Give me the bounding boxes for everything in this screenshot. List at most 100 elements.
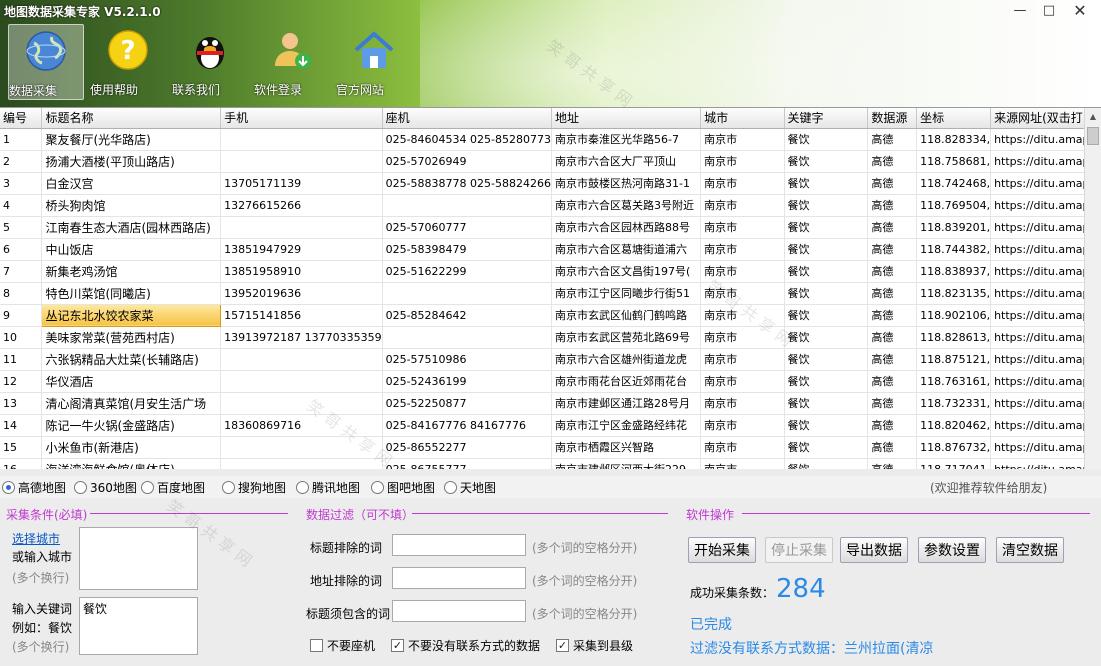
- table-cell[interactable]: [220, 348, 383, 371]
- vertical-scrollbar[interactable]: ▲: [1084, 108, 1101, 469]
- table-cell[interactable]: 025-84604534 025-85280773: [382, 128, 553, 151]
- table-cell[interactable]: 南京市: [700, 348, 785, 371]
- minimize-icon[interactable]: —: [1006, 0, 1034, 20]
- table-row[interactable]: 9 丛记东北水饺农家菜 15715141856 025-85284642 南京市玄武区仙…: [0, 303, 1101, 327]
- table-cell[interactable]: 2: [0, 150, 43, 173]
- table-cell[interactable]: 餐饮: [784, 194, 869, 217]
- table-cell[interactable]: 六张锅精品大灶菜(长辅路店): [41, 348, 222, 371]
- map-source-radio[interactable]: 百度地图: [141, 479, 205, 496]
- table-cell[interactable]: 餐饮: [784, 172, 869, 195]
- table-cell[interactable]: 南京市: [700, 194, 785, 217]
- table-cell[interactable]: 118.742468,: [916, 172, 992, 195]
- table-cell[interactable]: [382, 282, 553, 305]
- table-cell[interactable]: 8: [0, 282, 43, 305]
- table-row[interactable]: 4 桥头狗肉馆 13276615266 南京市六合区葛关路3号附近 南京市 餐饮 高德 118…: [0, 194, 1101, 217]
- table-cell[interactable]: 13913972187 13770335359: [220, 326, 383, 349]
- table-cell[interactable]: 025-57026949: [382, 150, 553, 173]
- column-header[interactable]: 坐标: [916, 108, 992, 129]
- table-cell[interactable]: 白金汉宫: [41, 172, 222, 195]
- table-cell[interactable]: 南京市江宁区金盛路经纬花: [551, 414, 702, 437]
- table-cell[interactable]: 餐饮: [784, 260, 869, 283]
- table-cell[interactable]: 118.758681,: [916, 150, 992, 173]
- table-cell[interactable]: 025-58398479: [382, 238, 553, 261]
- table-cell[interactable]: 南京市玄武区营苑北路69号: [551, 326, 702, 349]
- table-row[interactable]: 2 扬浦大酒楼(平顶山路店) 025-57026949 南京市六合区大厂平顶山 南京市餐…: [0, 150, 1101, 173]
- collect-county-checkbox[interactable]: ✓ 采集到县级: [556, 637, 633, 654]
- table-cell[interactable]: 高德: [867, 436, 918, 459]
- table-cell[interactable]: 海洋湾海鲜食馆(奥体店): [41, 458, 222, 469]
- table-cell[interactable]: 高德: [867, 172, 918, 195]
- table-cell[interactable]: 南京市: [700, 172, 785, 195]
- tool-contact-button[interactable]: 联系我们: [172, 24, 248, 100]
- table-cell[interactable]: 118.828613,: [916, 326, 992, 349]
- table-cell[interactable]: 南京市: [700, 436, 785, 459]
- table-row[interactable]: 11 六张锅精品大灶菜(长辅路店) 025-57510986 南京市六合区雄州街道龙虎…: [0, 348, 1101, 371]
- table-cell[interactable]: 南京市: [700, 260, 785, 283]
- table-cell[interactable]: 118.839201,: [916, 216, 992, 239]
- table-cell[interactable]: 5: [0, 216, 43, 239]
- column-header[interactable]: 标题名称: [41, 108, 222, 129]
- table-cell[interactable]: 3: [0, 172, 43, 195]
- table-cell[interactable]: 高德: [867, 238, 918, 261]
- map-source-radio[interactable]: 360地图: [74, 479, 137, 496]
- table-cell[interactable]: 南京市: [700, 216, 785, 239]
- table-cell[interactable]: 餐饮: [784, 392, 869, 415]
- table-cell[interactable]: 南京市: [700, 326, 785, 349]
- table-cell[interactable]: 餐饮: [784, 238, 869, 261]
- table-cell[interactable]: 高德: [867, 392, 918, 415]
- table-cell[interactable]: 118.902106,: [916, 304, 992, 327]
- map-source-radio[interactable]: 腾讯地图: [296, 479, 360, 496]
- table-row[interactable]: 12 华仪酒店 025-52436199 南京市雨花台区近郊雨花台 南京市 餐饮 高德 118…: [0, 370, 1101, 393]
- column-header[interactable]: 座机: [382, 108, 553, 129]
- table-cell[interactable]: 餐饮: [784, 370, 869, 393]
- table-cell[interactable]: 118.763161,: [916, 370, 992, 393]
- table-cell[interactable]: 16: [0, 458, 43, 469]
- table-cell[interactable]: 聚友餐厅(光华路店): [41, 128, 222, 151]
- clear-button[interactable]: 清空数据: [996, 537, 1064, 563]
- table-row[interactable]: 10 美味家常菜(营苑西村店) 13913972187 13770335359 南京市…: [0, 326, 1101, 349]
- table-cell[interactable]: 4: [0, 194, 43, 217]
- table-cell[interactable]: 025-51622299: [382, 260, 553, 283]
- table-cell[interactable]: 高德: [867, 128, 918, 151]
- table-cell[interactable]: 1: [0, 128, 43, 151]
- table-cell[interactable]: 118.769504,: [916, 194, 992, 217]
- address-exclude-input[interactable]: [392, 567, 526, 589]
- table-cell[interactable]: 高德: [867, 414, 918, 437]
- column-header[interactable]: 城市: [700, 108, 785, 129]
- map-source-radio[interactable]: 天地图: [444, 479, 496, 496]
- table-cell[interactable]: 南京市雨花台区近郊雨花台: [551, 370, 702, 393]
- table-cell[interactable]: [220, 458, 383, 469]
- column-header[interactable]: 地址: [551, 108, 702, 129]
- table-row[interactable]: 16海洋湾海鲜食馆(奥体店) 025-86755777南京市建邺区河西大街229南…: [0, 458, 1101, 469]
- table-cell[interactable]: 南京市建邺区河西大街229: [551, 458, 702, 469]
- column-header[interactable]: 编号: [0, 108, 43, 129]
- table-cell[interactable]: 025-86755777: [382, 458, 553, 469]
- table-cell[interactable]: 华仪酒店: [41, 370, 222, 393]
- results-table[interactable]: 编号 标题名称 手机 座机 地址 城市 关键字 数据源 坐标 来源网址(双击打 1 聚友餐厅(光华路…: [0, 107, 1101, 469]
- table-cell[interactable]: 10: [0, 326, 43, 349]
- table-cell[interactable]: 高德: [867, 282, 918, 305]
- tool-login-button[interactable]: 软件登录: [254, 24, 330, 100]
- table-cell[interactable]: 13276615266: [220, 194, 383, 217]
- column-header[interactable]: 手机: [220, 108, 383, 129]
- table-cell[interactable]: 9: [0, 304, 43, 327]
- table-cell[interactable]: 南京市六合区文昌街197号(: [551, 260, 702, 283]
- table-cell[interactable]: 18360869716: [220, 414, 383, 437]
- table-cell[interactable]: 清心阁清真菜馆(月安生活广场: [41, 392, 222, 415]
- table-cell[interactable]: 025-84167776 84167776: [382, 414, 553, 437]
- export-button[interactable]: 导出数据: [840, 537, 908, 563]
- start-button[interactable]: 开始采集: [688, 537, 756, 563]
- table-cell[interactable]: 新集老鸡汤馆: [41, 260, 222, 283]
- table-cell[interactable]: 南京市: [700, 282, 785, 305]
- table-cell[interactable]: 高德: [867, 370, 918, 393]
- table-row[interactable]: 3 白金汉宫 13705171139 025-58838778 025-5882426…: [0, 172, 1101, 195]
- table-cell[interactable]: 118.875121,: [916, 348, 992, 371]
- no-landline-checkbox[interactable]: 不要座机: [310, 637, 375, 654]
- table-cell[interactable]: 高德: [867, 194, 918, 217]
- table-cell[interactable]: [220, 128, 383, 151]
- table-cell[interactable]: 餐饮: [784, 128, 869, 151]
- title-exclude-input[interactable]: [392, 534, 526, 556]
- table-cell[interactable]: 餐饮: [784, 216, 869, 239]
- table-cell[interactable]: 15: [0, 436, 43, 459]
- table-cell[interactable]: 高德: [867, 150, 918, 173]
